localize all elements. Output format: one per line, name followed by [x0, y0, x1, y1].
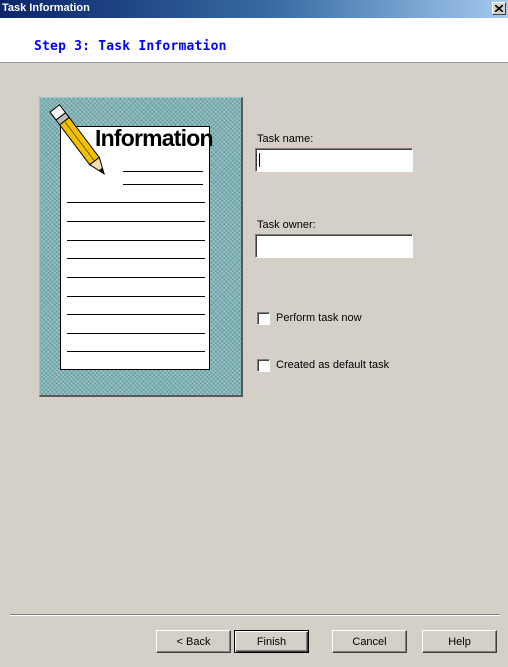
perform-task-now-checkbox[interactable]	[257, 312, 270, 325]
title-bar: Task Information	[0, 0, 508, 18]
step-title: Step 3: Task Information	[34, 39, 227, 54]
pencil-icon	[49, 104, 106, 176]
help-button[interactable]: Help	[422, 630, 497, 653]
paper-line	[67, 240, 205, 241]
task-owner-label: Task owner:	[257, 219, 316, 231]
paper-line	[67, 296, 205, 297]
task-name-label: Task name:	[257, 133, 314, 145]
task-name-input[interactable]	[255, 148, 413, 172]
window-title: Task Information	[2, 2, 90, 14]
illustration-heading: Information	[95, 125, 214, 151]
paper-line	[67, 333, 205, 334]
paper-line	[67, 351, 205, 352]
default-task-label[interactable]: Created as default task	[276, 359, 389, 371]
task-owner-input[interactable]	[255, 234, 413, 258]
close-button[interactable]	[492, 2, 506, 15]
paper-line	[67, 314, 205, 315]
paper-line	[123, 171, 203, 172]
wizard-header: Step 3: Task Information	[0, 18, 508, 63]
finish-button[interactable]: Finish	[234, 630, 309, 653]
close-icon	[495, 5, 503, 12]
paper-line	[67, 258, 205, 259]
paper-line	[67, 277, 205, 278]
default-task-checkbox[interactable]	[257, 359, 270, 372]
perform-task-now-label[interactable]: Perform task now	[276, 312, 362, 324]
paper-line	[67, 202, 205, 203]
cancel-button[interactable]: Cancel	[332, 630, 407, 653]
button-separator	[10, 614, 500, 616]
information-illustration: Information	[39, 97, 243, 397]
back-button[interactable]: < Back	[156, 630, 231, 653]
paper-line	[67, 221, 205, 222]
text-caret	[259, 153, 260, 167]
paper-line	[123, 184, 203, 185]
